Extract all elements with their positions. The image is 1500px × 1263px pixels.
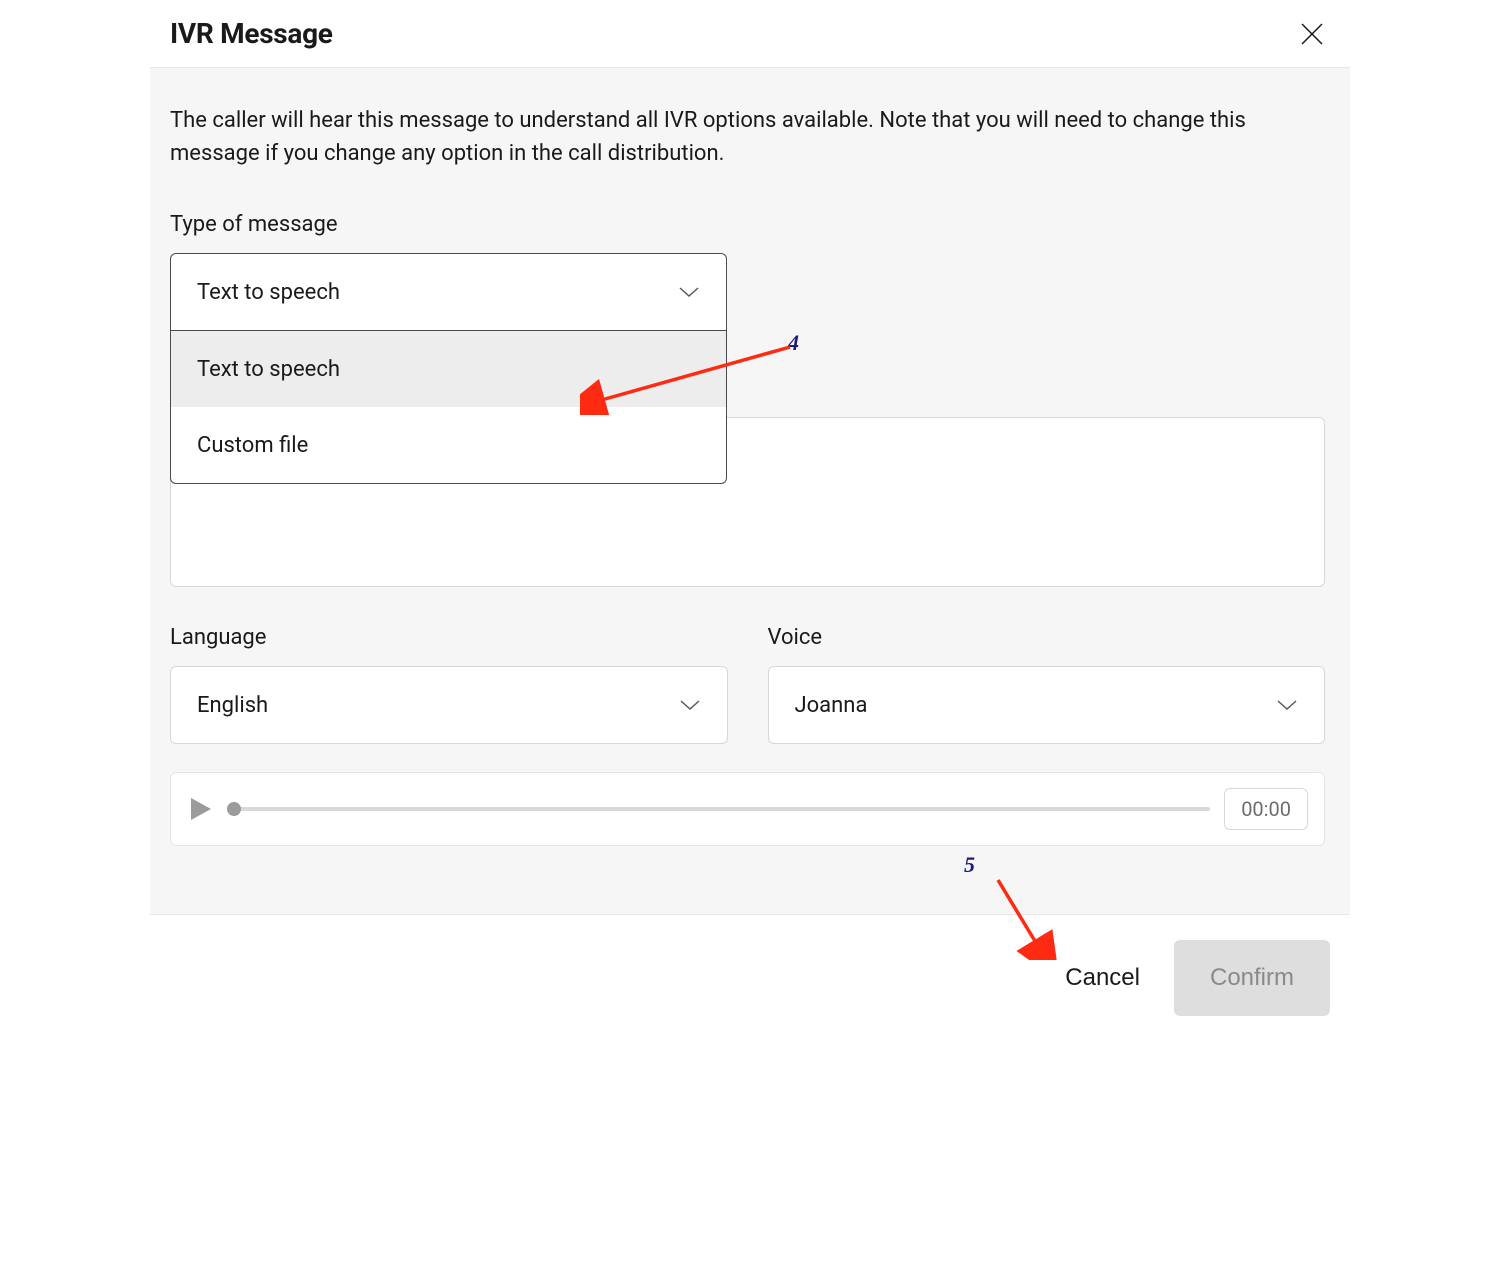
annotation-label-5: 5	[964, 852, 975, 878]
modal-body: The caller will hear this message to und…	[150, 68, 1350, 914]
voice-value: Joanna	[795, 693, 868, 718]
audio-slider-thumb[interactable]	[227, 802, 241, 816]
close-button[interactable]	[1294, 16, 1330, 52]
modal-title: IVR Message	[170, 17, 333, 50]
audio-time: 00:00	[1224, 788, 1308, 830]
language-select[interactable]: English	[170, 666, 728, 744]
type-of-message-label: Type of message	[170, 212, 1330, 237]
language-value: English	[197, 693, 268, 718]
modal-footer: Cancel Confirm	[150, 914, 1350, 1040]
audio-slider[interactable]	[227, 807, 1210, 811]
confirm-button[interactable]: Confirm	[1174, 940, 1330, 1016]
type-of-message-dropdown: Text to speech Custom file	[170, 331, 727, 484]
cancel-button[interactable]: Cancel	[1055, 946, 1150, 1010]
option-text-to-speech[interactable]: Text to speech	[171, 331, 726, 407]
chevron-down-icon	[1276, 698, 1298, 712]
annotation-label-4: 4	[788, 330, 799, 356]
audio-preview: 00:00	[170, 772, 1325, 846]
type-of-message-select: Text to speech Text to speech Custom fil…	[170, 253, 727, 331]
type-of-message-trigger[interactable]: Text to speech	[170, 253, 727, 331]
voice-select[interactable]: Joanna	[768, 666, 1326, 744]
play-button[interactable]	[187, 796, 213, 822]
chevron-down-icon	[679, 698, 701, 712]
option-custom-file[interactable]: Custom file	[171, 407, 726, 483]
close-icon	[1299, 21, 1325, 47]
voice-label: Voice	[768, 625, 1326, 650]
language-label: Language	[170, 625, 728, 650]
ivr-message-modal: IVR Message The caller will hear this me…	[150, 0, 1350, 1040]
play-icon	[187, 796, 213, 822]
chevron-down-icon	[678, 285, 700, 299]
type-of-message-value: Text to speech	[197, 280, 340, 305]
modal-header: IVR Message	[150, 0, 1350, 68]
intro-text: The caller will hear this message to und…	[170, 104, 1310, 170]
